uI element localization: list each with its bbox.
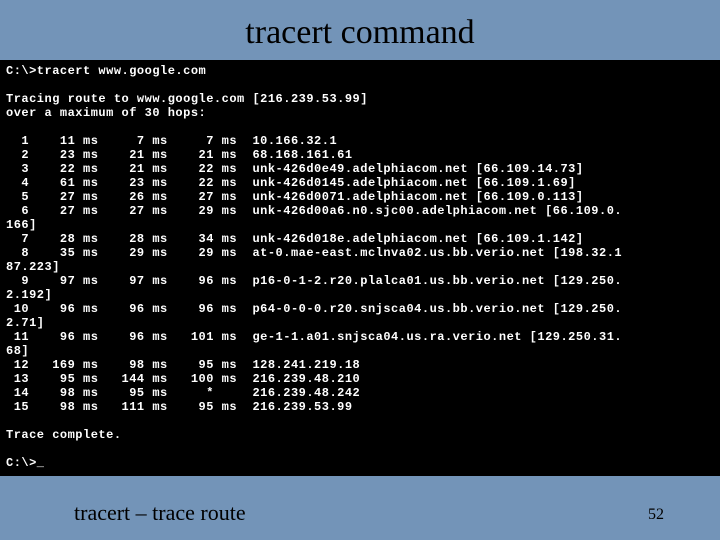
slide-title: tracert command	[0, 0, 720, 60]
terminal-output: C:\>tracert www.google.com Tracing route…	[0, 60, 720, 476]
slide: tracert command C:\>tracert www.google.c…	[0, 0, 720, 540]
slide-footer: tracert – trace route	[74, 500, 246, 526]
page-number: 52	[648, 506, 664, 524]
